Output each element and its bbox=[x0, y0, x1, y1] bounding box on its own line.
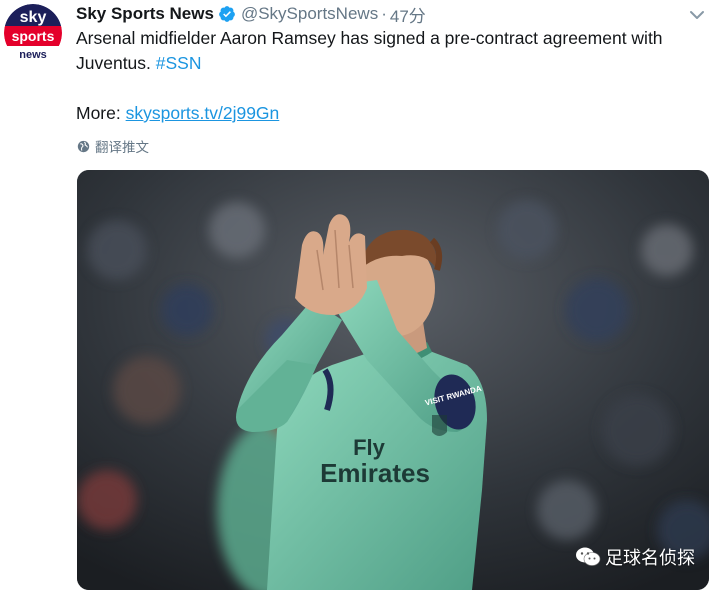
tweet-header: Sky Sports News @SkySportsNews · 47分 bbox=[76, 2, 426, 27]
avatar[interactable]: sky sports news bbox=[4, 4, 62, 62]
player-photo: VISIT RWANDA Fly Emirates bbox=[77, 170, 709, 590]
translate-tweet-button[interactable]: 翻译推文 bbox=[77, 136, 149, 156]
globe-icon bbox=[77, 140, 90, 152]
wechat-icon bbox=[576, 547, 601, 566]
display-name[interactable]: Sky Sports News bbox=[76, 4, 214, 24]
verified-badge-icon bbox=[219, 6, 235, 22]
watermark-text: 足球名侦探 bbox=[605, 548, 695, 568]
tweet-text: Arsenal midfielder Aaron Ramsey has sign… bbox=[76, 26, 696, 76]
more-label: More: bbox=[76, 103, 121, 123]
hashtag-link[interactable]: #SSN bbox=[156, 53, 202, 73]
tweet-timestamp[interactable]: 47分 bbox=[390, 2, 426, 27]
tweet-photo[interactable]: VISIT RWANDA Fly Emirates 足球名侦探 bbox=[77, 170, 709, 590]
avatar-text-sky: sky bbox=[20, 9, 47, 26]
avatar-text-sports: sports bbox=[12, 28, 55, 44]
translate-label: 翻译推文 bbox=[95, 140, 149, 155]
separator-dot: · bbox=[381, 4, 387, 23]
tweet-link[interactable]: skysports.tv/2j99Gn bbox=[126, 103, 280, 123]
chevron-down-icon[interactable] bbox=[689, 10, 705, 20]
watermark: 足球名侦探 bbox=[575, 544, 695, 570]
more-line: More: skysports.tv/2j99Gn bbox=[76, 101, 279, 126]
tweet-card: sky sports news Sky Sports News @SkySpor… bbox=[0, 0, 715, 599]
sponsor-line-1: Fly bbox=[353, 435, 386, 460]
avatar-text-news: news bbox=[19, 49, 47, 61]
sponsor-line-2: Emirates bbox=[320, 458, 430, 488]
account-handle[interactable]: @SkySportsNews bbox=[241, 4, 378, 24]
